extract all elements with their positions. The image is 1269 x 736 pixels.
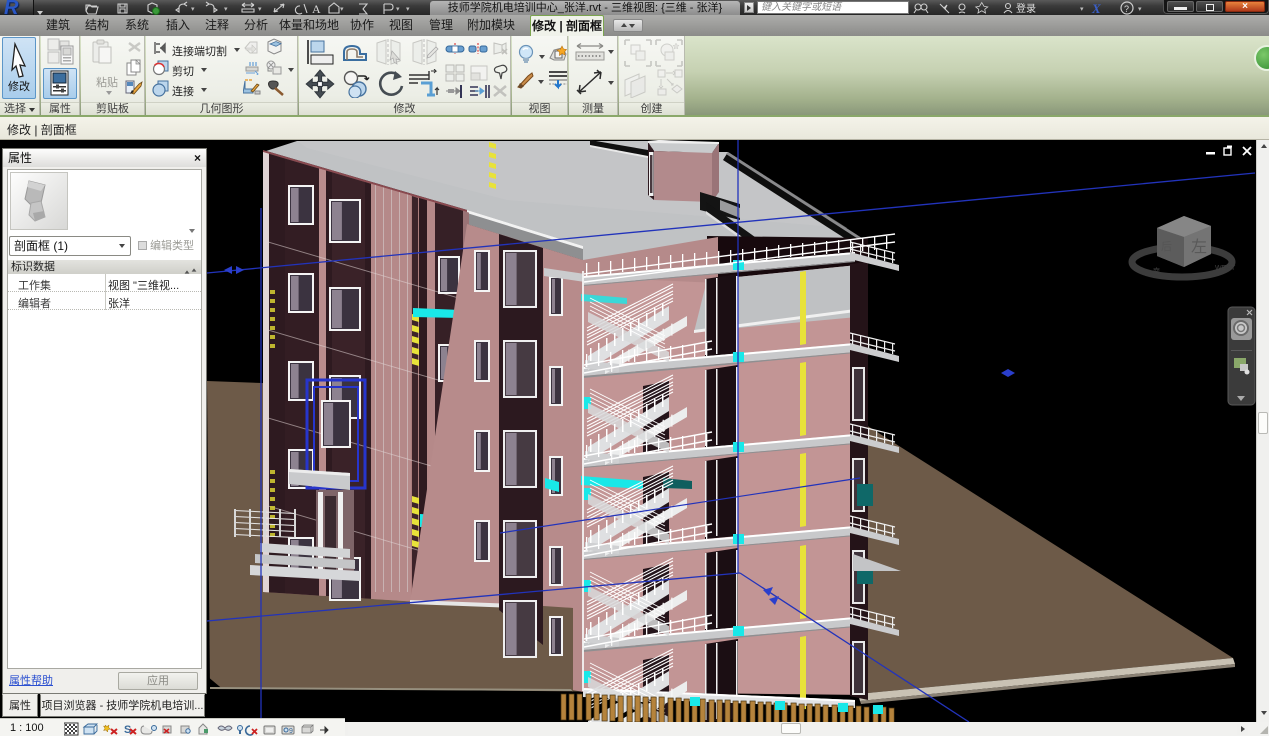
- svg-text:WEST: WEST: [1215, 265, 1236, 272]
- svg-text:南: 南: [1153, 266, 1160, 275]
- svg-text:▾: ▾: [224, 6, 228, 13]
- svg-text:X: X: [1091, 1, 1101, 15]
- svg-text:▾: ▾: [1080, 6, 1084, 13]
- svg-text:▾: ▾: [340, 6, 344, 13]
- svg-text:▾: ▾: [396, 6, 400, 13]
- svg-text:▾: ▾: [1138, 6, 1142, 13]
- svg-text:左: 左: [1191, 238, 1207, 256]
- svg-text:?: ?: [1124, 4, 1129, 14]
- svg-text:后: 后: [1161, 240, 1172, 253]
- svg-text:▾: ▾: [258, 6, 262, 13]
- svg-text:登录: 登录: [1016, 2, 1036, 15]
- svg-text:▾: ▾: [406, 6, 410, 13]
- svg-text:A: A: [312, 2, 321, 15]
- svg-text:9: 9: [289, 728, 293, 735]
- svg-text:▾: ▾: [191, 6, 195, 13]
